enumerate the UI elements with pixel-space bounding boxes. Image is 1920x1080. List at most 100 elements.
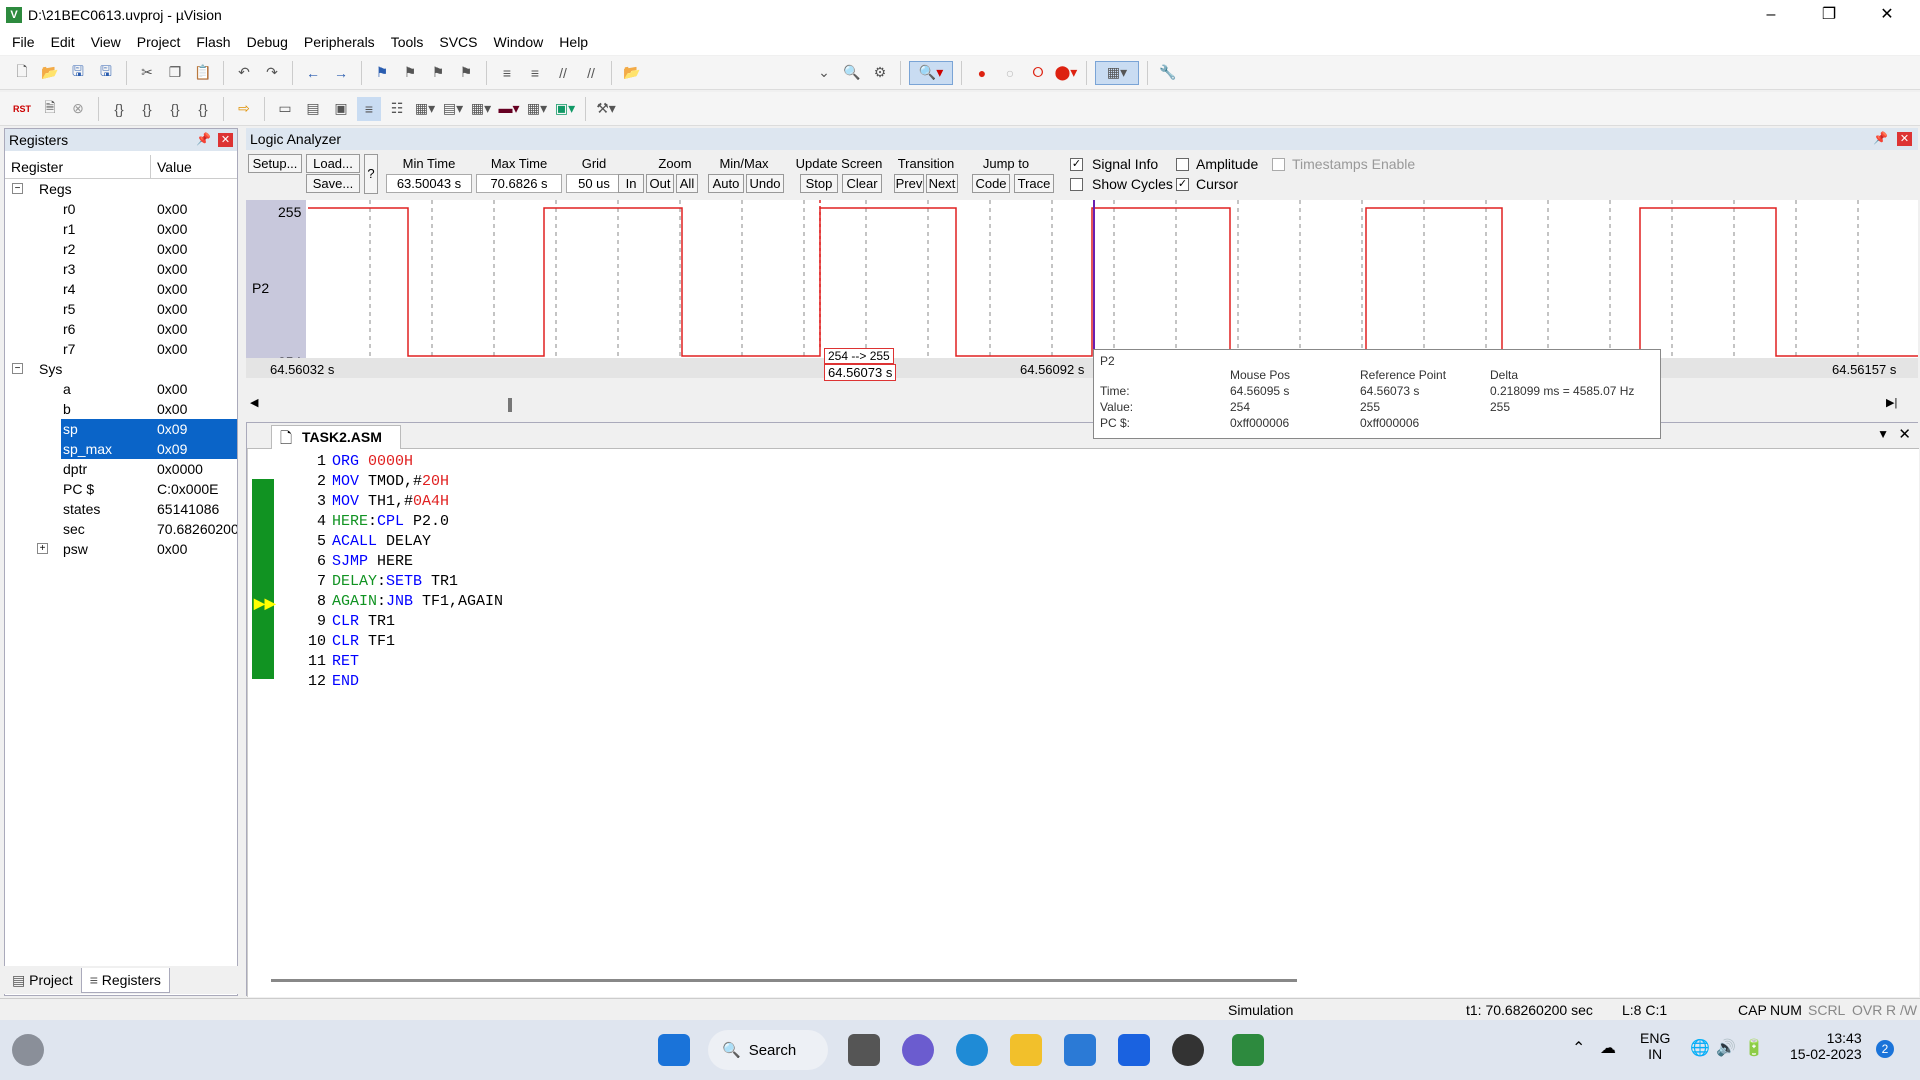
memory-window-icon[interactable]: ▤▾ <box>441 97 465 121</box>
tree-group-regs[interactable]: − Regs <box>5 179 237 199</box>
network-icon[interactable]: 🌐 <box>1690 1038 1710 1058</box>
menu-tools[interactable]: Tools <box>385 34 434 50</box>
comment-icon[interactable]: // <box>551 61 575 85</box>
register-row[interactable]: a 0x00 <box>5 379 237 399</box>
register-value[interactable]: 0x00 <box>157 201 187 217</box>
register-value[interactable]: 65141086 <box>157 501 219 517</box>
menu-edit[interactable]: Edit <box>45 34 85 50</box>
menu-svcs[interactable]: SVCS <box>433 34 487 50</box>
next-bookmark-icon[interactable]: ⚑ <box>426 61 450 85</box>
weather-icon[interactable] <box>12 1034 44 1066</box>
jump-code-button[interactable]: Code <box>972 174 1010 193</box>
battery-icon[interactable]: 🔋 <box>1744 1038 1764 1058</box>
indent-icon[interactable]: ≡ <box>495 61 519 85</box>
run-to-cursor-icon[interactable]: {} <box>191 97 215 121</box>
register-row[interactable]: r1 0x00 <box>5 219 237 239</box>
register-value[interactable]: 0x0000 <box>157 461 203 477</box>
help-button[interactable]: ? <box>364 154 378 194</box>
editor-scrollbar[interactable] <box>271 979 1297 982</box>
menu-view[interactable]: View <box>85 34 131 50</box>
register-value[interactable]: 0x00 <box>157 281 187 297</box>
open-folder-icon[interactable]: 📂 <box>38 61 62 85</box>
cut-icon[interactable]: ✂ <box>135 61 159 85</box>
value-column-header[interactable]: Value <box>151 155 235 178</box>
zoom-all-button[interactable]: All <box>676 174 698 193</box>
prev-bookmark-icon[interactable]: ⚑ <box>398 61 422 85</box>
save-button[interactable]: Save... <box>306 174 360 193</box>
disable-all-breakpoints-icon[interactable]: ⭘ <box>1026 61 1050 85</box>
menu-file[interactable]: File <box>6 34 45 50</box>
dropbox-icon[interactable] <box>1118 1034 1150 1066</box>
nav-back-icon[interactable]: ← <box>301 61 325 85</box>
unindent-icon[interactable]: ≡ <box>523 61 547 85</box>
register-row[interactable]: b 0x00 <box>5 399 237 419</box>
call-stack-window-icon[interactable]: ☷ <box>385 97 409 121</box>
setup-button[interactable]: Setup... <box>248 154 302 173</box>
window-layout-icon[interactable]: ▦▾ <box>1095 60 1139 85</box>
next-transition-button[interactable]: Next <box>926 174 958 193</box>
disable-breakpoint-icon[interactable]: ○ <box>998 61 1022 85</box>
debug-session-icon[interactable]: 🔍▾ <box>909 60 953 85</box>
uvision-taskbar-icon[interactable] <box>1232 1034 1264 1066</box>
register-row[interactable]: r5 0x00 <box>5 299 237 319</box>
incremental-find-icon[interactable]: ⚙ <box>868 61 892 85</box>
reset-cpu-icon[interactable]: RST <box>10 97 34 121</box>
clock[interactable]: 13:43 15-02-2023 <box>1790 1030 1862 1062</box>
register-value[interactable]: 0x00 <box>157 261 187 277</box>
register-row[interactable]: r0 0x00 <box>5 199 237 219</box>
new-file-icon[interactable]: 🗋 <box>10 61 34 85</box>
undo-icon[interactable]: ↶ <box>232 61 256 85</box>
register-value[interactable]: 0x00 <box>157 341 187 357</box>
register-row[interactable]: r7 0x00 <box>5 339 237 359</box>
amplitude-checkbox[interactable] <box>1176 158 1189 171</box>
register-value[interactable]: 0x00 <box>157 241 187 257</box>
cursor-checkbox[interactable]: ✓ <box>1176 178 1189 191</box>
jump-trace-button[interactable]: Trace <box>1014 174 1054 193</box>
task-view-icon[interactable] <box>848 1034 880 1066</box>
notification-badge[interactable]: 2 <box>1876 1040 1894 1058</box>
menu-help[interactable]: Help <box>553 34 598 50</box>
collapse-icon[interactable]: − <box>12 363 23 374</box>
zoom-in-button[interactable]: In <box>618 174 644 193</box>
register-value[interactable]: 0x00 <box>157 541 187 557</box>
signal-info-checkbox[interactable]: ✓ <box>1070 158 1083 171</box>
serial-window-icon[interactable]: ▦▾ <box>469 97 493 121</box>
step-over-icon[interactable]: {} <box>135 97 159 121</box>
close-button[interactable]: ✕ <box>1858 0 1916 29</box>
file-explorer-icon[interactable] <box>1010 1034 1042 1066</box>
register-row[interactable]: states 65141086 <box>5 499 237 519</box>
tree-group-sys[interactable]: − Sys <box>5 359 237 379</box>
register-value[interactable]: 0x09 <box>157 421 187 437</box>
expand-icon[interactable]: + <box>37 543 48 554</box>
stop-icon[interactable]: ⊗ <box>66 97 90 121</box>
bookmark-icon[interactable]: ⚑ <box>370 61 394 85</box>
find-icon[interactable]: 🔍 <box>840 61 864 85</box>
close-panel-icon[interactable]: ✕ <box>1897 132 1912 146</box>
auto-button[interactable]: Auto <box>708 174 744 193</box>
register-row[interactable]: dptr 0x0000 <box>5 459 237 479</box>
zoom-out-button[interactable]: Out <box>646 174 674 193</box>
code-area[interactable]: ▶▶ 1 ORG 0000H 2 MOV TMOD,#20H 3 MOV TH1,#0A4… <box>247 449 1919 997</box>
waveform-area[interactable]: 255 P2 254 --> 255 64.56032 s 64.56073 s… <box>246 200 1918 381</box>
pin-icon[interactable]: 📌 <box>196 132 211 146</box>
stop-button[interactable]: Stop <box>800 174 838 193</box>
la-horizontal-scrollbar[interactable]: ◀ ▶| <box>246 396 1918 414</box>
step-out-icon[interactable]: {} <box>163 97 187 121</box>
tab-list-dropdown-icon[interactable]: ▼ <box>1877 427 1889 441</box>
paste-icon[interactable]: 📋 <box>191 61 215 85</box>
disassembly-window-icon[interactable]: ▤ <box>301 97 325 121</box>
step-into-icon[interactable]: {} <box>107 97 131 121</box>
show-next-statement-icon[interactable]: ⇨ <box>232 97 256 121</box>
register-column-header[interactable]: Register <box>5 155 151 178</box>
teams-chat-icon[interactable] <box>902 1034 934 1066</box>
register-value[interactable]: 0x00 <box>157 381 187 397</box>
show-cycles-checkbox[interactable] <box>1070 178 1083 191</box>
toolbox-icon[interactable]: ⚒▾ <box>594 97 618 121</box>
register-row[interactable]: r4 0x00 <box>5 279 237 299</box>
taskbar-search[interactable]: 🔍 Search <box>708 1030 828 1070</box>
register-value[interactable]: 0x00 <box>157 401 187 417</box>
register-row[interactable]: + psw 0x00 <box>5 539 237 559</box>
register-value[interactable]: 0x00 <box>157 301 187 317</box>
copy-icon[interactable]: ❐ <box>163 61 187 85</box>
kill-breakpoints-icon[interactable]: ⬤▾ <box>1054 61 1078 85</box>
